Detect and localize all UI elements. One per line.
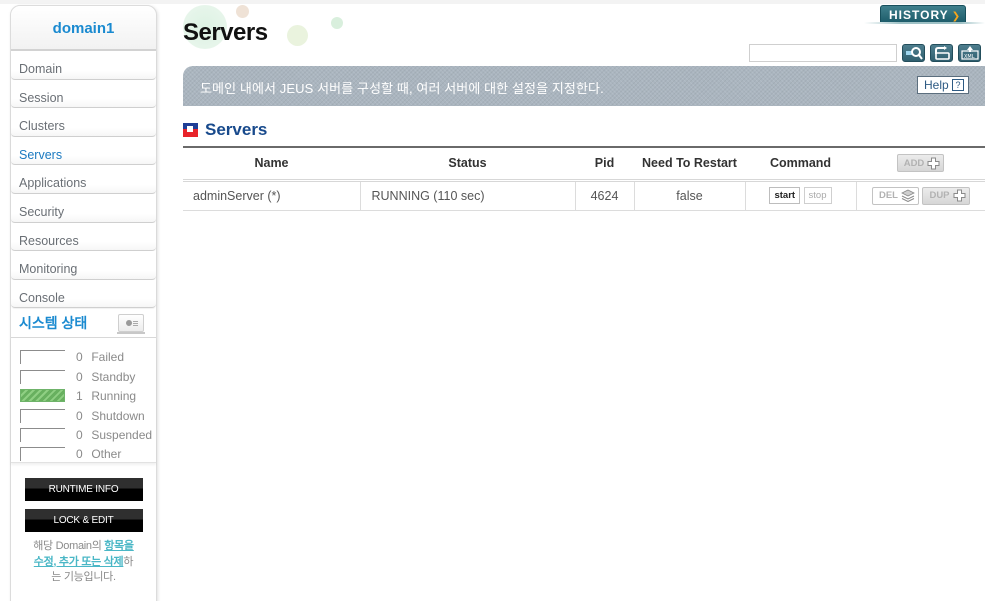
xml-export-icon[interactable]: XML bbox=[958, 44, 981, 62]
status-bar-running bbox=[20, 389, 65, 403]
status-row-suspended: 0 Suspended bbox=[20, 426, 156, 445]
status-label: Suspended bbox=[91, 427, 153, 442]
decor-circle bbox=[287, 25, 308, 46]
status-count: 0 bbox=[76, 408, 83, 423]
sidebar-item-security[interactable]: Security bbox=[11, 193, 156, 223]
status-label: Standby bbox=[91, 369, 136, 384]
domain-header[interactable]: domain1 bbox=[11, 6, 156, 51]
sidebar-item-servers[interactable]: Servers bbox=[11, 136, 156, 166]
help-label: Help bbox=[924, 78, 949, 92]
status-row-running: 1 Running bbox=[20, 387, 156, 406]
servers-table: Name Status Pid Need To Restart Command … bbox=[183, 146, 985, 211]
description-bar: 도메인 내에서 JEUS 서버를 구성할 때, 여러 서버에 대한 설정을 지정… bbox=[183, 66, 985, 106]
status-count: 1 bbox=[76, 389, 83, 404]
runtime-info-button[interactable]: RUNTIME INFO bbox=[24, 478, 143, 502]
decor-circle bbox=[331, 17, 343, 29]
add-button[interactable]: ADD bbox=[896, 154, 945, 173]
status-row-shutdown: 0 Shutdown bbox=[20, 407, 156, 426]
monitor-chart-icon[interactable] bbox=[117, 313, 145, 334]
status-count: 0 bbox=[76, 369, 83, 384]
start-button[interactable]: start bbox=[769, 187, 801, 204]
section-header: Servers bbox=[183, 120, 267, 140]
status-label: Running bbox=[91, 389, 137, 404]
sidebar-item-domain[interactable]: Domain bbox=[11, 51, 156, 80]
help-button[interactable]: Help ? bbox=[917, 76, 969, 94]
search-icon[interactable] bbox=[902, 44, 925, 62]
add-label: ADD bbox=[903, 157, 925, 169]
column-header-actions: ADD bbox=[856, 147, 985, 180]
status-bar bbox=[20, 350, 65, 365]
status-bar bbox=[20, 427, 65, 442]
sidebar: domain1 Domain Session Clusters Servers … bbox=[10, 5, 157, 601]
delete-button[interactable]: DEL bbox=[871, 186, 919, 205]
history-area: HISTORY ❯ bbox=[864, 5, 985, 24]
column-header-pid: Pid bbox=[594, 156, 615, 171]
status-count: 0 bbox=[76, 350, 83, 365]
search-input[interactable] bbox=[749, 44, 897, 62]
decor-circle bbox=[236, 5, 249, 18]
server-status: RUNNING (110 sec) bbox=[359, 180, 575, 211]
nav-menu: Domain Session Clusters Servers Applicat… bbox=[11, 51, 156, 309]
refresh-icon[interactable] bbox=[930, 44, 953, 62]
status-count: 0 bbox=[76, 427, 83, 442]
sidebar-item-monitoring[interactable]: Monitoring bbox=[11, 251, 156, 280]
sidebar-item-applications[interactable]: Applications bbox=[11, 165, 156, 194]
status-row-failed: 0 Failed bbox=[20, 348, 156, 367]
sidebar-action-area: RUNTIME INFO LOCK & EDIT 해당 Domain의 항목을 … bbox=[11, 463, 156, 586]
chevron-down-icon: ❯ bbox=[951, 11, 962, 22]
server-command-cell: start stop bbox=[744, 180, 856, 211]
info-prefix: 해당 Domain의 bbox=[33, 540, 105, 553]
column-header-name: Name bbox=[254, 156, 289, 171]
svg-text:XML: XML bbox=[964, 54, 975, 60]
help-question-icon: ? bbox=[952, 79, 964, 91]
sidebar-item-console[interactable]: Console bbox=[11, 279, 156, 309]
stack-delete-icon bbox=[901, 189, 915, 202]
table-row[interactable]: adminServer (*) RUNNING (110 sec) 4624 f… bbox=[183, 180, 985, 211]
system-status-list: 0 Failed 0 Standby 1 Running 0 Shutdown … bbox=[11, 338, 156, 464]
description-text: 도메인 내에서 JEUS 서버를 구성할 때, 여러 서버에 대한 설정을 지정… bbox=[200, 81, 604, 96]
server-name[interactable]: adminServer (*) bbox=[183, 180, 360, 211]
lock-edit-button[interactable]: LOCK & EDIT bbox=[24, 509, 143, 533]
stop-button[interactable]: stop bbox=[803, 187, 832, 204]
server-need-restart: false bbox=[633, 180, 745, 211]
column-header-status: Status bbox=[448, 156, 487, 171]
status-row-other: 0 Other bbox=[20, 445, 156, 464]
system-status-title: 시스템 상태 bbox=[19, 314, 88, 331]
history-button[interactable]: HISTORY ❯ bbox=[880, 5, 966, 23]
status-bar bbox=[20, 447, 65, 462]
server-actions-cell: DEL DUP bbox=[855, 180, 985, 211]
system-status-header: 시스템 상태 bbox=[11, 308, 156, 339]
column-header-need-restart: Need To Restart bbox=[642, 156, 737, 171]
top-strip bbox=[0, 0, 985, 4]
server-pid: 4624 bbox=[574, 180, 634, 211]
duplicate-label: DUP bbox=[929, 190, 950, 201]
status-label: Other bbox=[91, 447, 122, 462]
page-title: Servers bbox=[183, 19, 268, 46]
status-bar bbox=[20, 408, 65, 423]
delete-label: DEL bbox=[878, 190, 898, 201]
plus-icon bbox=[953, 189, 966, 202]
sidebar-item-session[interactable]: Session bbox=[11, 79, 156, 109]
history-label: HISTORY bbox=[889, 8, 949, 22]
lock-edit-info: 해당 Domain의 항목을 수정, 추가 또는 삭제하는 기능입니다. bbox=[11, 539, 156, 586]
section-icon bbox=[183, 123, 198, 137]
section-title: Servers bbox=[205, 120, 268, 139]
table-header-row: Name Status Pid Need To Restart Command … bbox=[183, 147, 985, 180]
duplicate-button[interactable]: DUP bbox=[922, 186, 970, 205]
sidebar-item-clusters[interactable]: Clusters bbox=[11, 108, 156, 137]
status-label: Shutdown bbox=[91, 408, 145, 423]
status-count: 0 bbox=[76, 447, 83, 462]
status-bar bbox=[20, 369, 65, 384]
status-row-standby: 0 Standby bbox=[20, 368, 156, 387]
column-header-command: Command bbox=[769, 156, 832, 171]
plus-icon bbox=[927, 157, 940, 170]
sidebar-item-resources[interactable]: Resources bbox=[11, 222, 156, 252]
status-label: Failed bbox=[91, 350, 125, 365]
domain-name: domain1 bbox=[52, 20, 115, 37]
